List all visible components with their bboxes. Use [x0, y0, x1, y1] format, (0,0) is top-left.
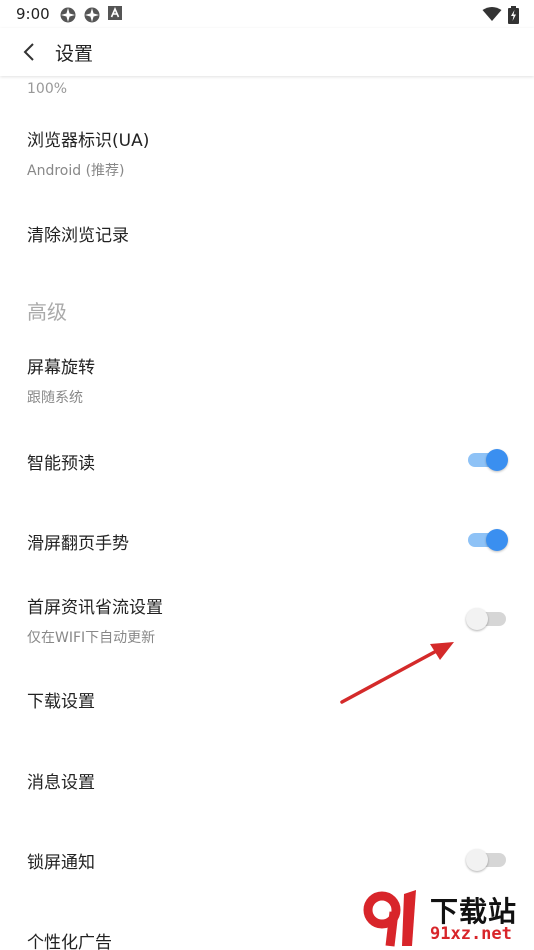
setting-home-data-saving-subtitle: 仅在WIFI下自动更新: [27, 630, 156, 646]
setting-ua[interactable]: 浏览器标识(UA) Android (推荐): [0, 115, 534, 187]
smart-preread-toggle[interactable]: [466, 448, 508, 471]
notification-icon: [60, 7, 76, 23]
setting-rotation-title: 屏幕旋转: [27, 358, 95, 378]
toggle-thumb: [486, 529, 508, 551]
wifi-icon: [482, 7, 502, 21]
setting-smart-preread-title: 智能预读: [27, 454, 95, 474]
toggle-thumb: [466, 849, 488, 871]
page-title: 设置: [55, 43, 94, 65]
setting-ua-value: Android (推荐): [27, 163, 125, 179]
setting-swipe-page-title: 滑屏翻页手势: [27, 534, 129, 554]
setting-clear-history-title: 清除浏览记录: [27, 226, 129, 246]
setting-ua-title: 浏览器标识(UA): [27, 131, 150, 151]
chevron-left-icon[interactable]: [18, 40, 42, 64]
battery-icon: [508, 6, 519, 24]
setting-rotation-value: 跟随系统: [27, 390, 83, 406]
annotation-arrow-icon: [340, 642, 454, 704]
setting-smart-preread[interactable]: 智能预读: [0, 429, 534, 489]
toggle-thumb: [486, 449, 508, 471]
setting-clear-history[interactable]: 清除浏览记录: [0, 195, 534, 267]
lockscreen-notify-toggle[interactable]: [466, 848, 508, 871]
setting-download-title: 下载设置: [27, 692, 95, 712]
settings-list[interactable]: 100% 浏览器标识(UA) Android (推荐) 清除浏览记录 高级 屏幕…: [0, 77, 534, 950]
status-bar: 9:00: [0, 0, 534, 28]
text-size-value: 100%: [27, 81, 68, 97]
setting-lockscreen-notify-title: 锁屏通知: [27, 853, 95, 873]
app-bar: 设置: [0, 28, 534, 76]
status-time: 9:00: [16, 5, 50, 23]
91-logo-icon: [363, 890, 416, 947]
setting-message[interactable]: 消息设置: [0, 749, 534, 813]
setting-lockscreen-notify[interactable]: 锁屏通知: [0, 829, 534, 893]
setting-home-data-saving-title: 首屏资讯省流设置: [27, 598, 163, 618]
toggle-thumb: [466, 608, 488, 630]
swipe-page-toggle[interactable]: [466, 528, 508, 551]
section-header-advanced: 高级: [27, 300, 67, 324]
a-badge-icon: [108, 6, 122, 20]
watermark: 下载站 91xz.net: [360, 888, 530, 948]
setting-personalized-ads-title: 个性化广告: [27, 933, 112, 950]
text-size-row[interactable]: 100%: [0, 77, 534, 107]
setting-rotation[interactable]: 屏幕旋转 跟随系统: [0, 343, 534, 415]
notification-icon: [84, 7, 100, 23]
setting-message-title: 消息设置: [27, 773, 95, 793]
home-data-saving-toggle[interactable]: [466, 607, 508, 630]
watermark-line2: 91xz.net: [430, 924, 512, 944]
setting-swipe-page[interactable]: 滑屏翻页手势: [0, 509, 534, 569]
